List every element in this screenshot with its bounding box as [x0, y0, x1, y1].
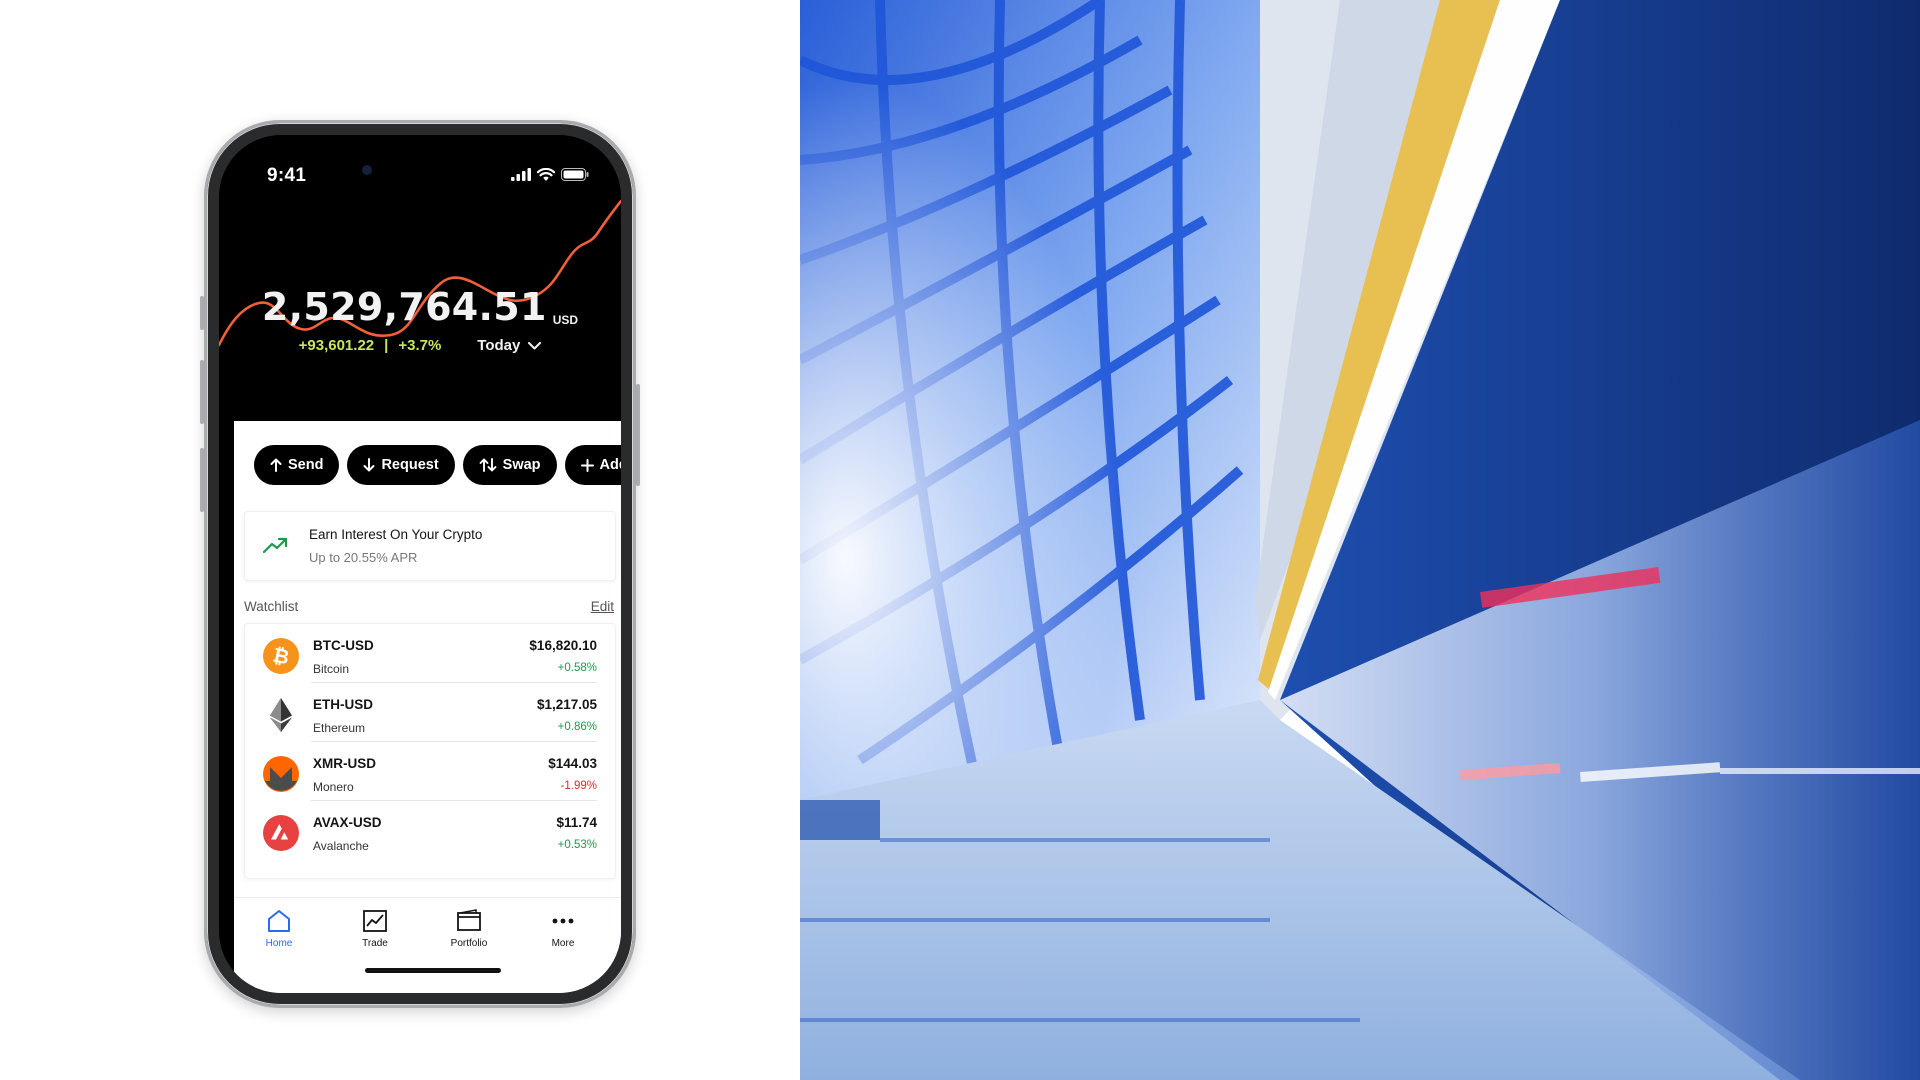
tab-trade[interactable]: Trade [340, 908, 410, 949]
asset-symbol: BTC-USD [313, 638, 374, 653]
asset-symbol: ETH-USD [313, 697, 373, 712]
plus-icon [580, 458, 594, 472]
asset-name: Ethereum [313, 721, 366, 735]
status-icons [511, 168, 589, 181]
watchlist-row-eth[interactable]: ETH-USD Ethereum $1,217.05 +0.86% [245, 683, 615, 742]
asset-symbol: XMR-USD [313, 756, 376, 771]
tab-more-label: More [551, 938, 575, 949]
change-percent: +3.7% [398, 337, 442, 354]
period-selector[interactable]: Today [477, 337, 542, 354]
request-button[interactable]: Request [347, 445, 455, 485]
dynamic-island [352, 153, 488, 191]
tab-home-label: Home [265, 938, 293, 949]
change-separator: | [384, 337, 389, 354]
swap-button[interactable]: Swap [462, 445, 557, 485]
phone-screen: 9:41 2,529,764.51 USD +93,601.22 | +3.7%… [219, 135, 621, 993]
light-glow [800, 0, 1260, 800]
battery-icon [561, 168, 589, 181]
asset-price: $16,820.10 [529, 638, 597, 653]
portfolio-change-row: +93,601.22 | +3.7% Today [219, 337, 621, 354]
watchlist-row-avax[interactable]: AVAX-USD Avalanche $11.74 +0.53% [245, 801, 615, 860]
wifi-icon [537, 168, 555, 181]
earn-subtitle: Up to 20.55% APR [309, 550, 418, 565]
watchlist-row-xmr[interactable]: XMR-USD Monero $144.03 -1.99% [245, 742, 615, 801]
asset-change: -1.99% [560, 780, 597, 792]
status-time: 9:41 [267, 165, 307, 186]
asset-price: $1,217.05 [536, 697, 597, 712]
portfolio-balance: 2,529,764.51 USD [219, 285, 621, 329]
add-label: Add [599, 457, 621, 473]
quick-actions: Send Request Swap Ad [254, 445, 621, 487]
home-icon [268, 910, 290, 932]
earn-interest-card[interactable]: Earn Interest On Your Crypto Up to 20.55… [244, 511, 616, 581]
asset-change: +0.53% [557, 839, 597, 851]
asset-symbol: AVAX-USD [313, 815, 382, 830]
mockup-panel: 9:41 2,529,764.51 USD +93,601.22 | +3.7%… [0, 0, 800, 1080]
watchlist: ₿ BTC-USD Bitcoin $16,820.10 +0.58% ETH-… [244, 623, 616, 879]
subway-station-illustration [800, 0, 1920, 1080]
asset-change: +0.58% [557, 662, 597, 674]
status-bar: 9:41 [219, 135, 621, 195]
swap-label: Swap [502, 457, 541, 473]
watchlist-edit-link[interactable]: Edit [591, 599, 614, 614]
tab-more[interactable]: More [528, 908, 598, 949]
platform-bench [800, 800, 880, 840]
send-button[interactable]: Send [254, 445, 340, 485]
trend-up-icon [263, 537, 288, 554]
subway-station-photo [800, 0, 1920, 1080]
ethereum-icon [270, 698, 292, 732]
avalanche-icon [263, 815, 299, 851]
chart-icon [363, 910, 387, 932]
arrow-up-icon [270, 458, 282, 472]
wallet-icon [457, 909, 481, 931]
asset-price: $144.03 [548, 756, 597, 771]
asset-name: Monero [313, 780, 354, 794]
bottom-tab-bar: Home Trade Portfolio More [234, 897, 621, 993]
phone-power-button [636, 384, 640, 486]
front-camera [362, 165, 372, 175]
watchlist-title: Watchlist [244, 599, 299, 614]
period-label: Today [477, 337, 521, 354]
watchlist-row-btc[interactable]: ₿ BTC-USD Bitcoin $16,820.10 +0.58% [245, 624, 615, 683]
tab-home[interactable]: Home [244, 908, 314, 949]
asset-name: Avalanche [313, 839, 369, 853]
cellular-signal-icon [511, 168, 531, 181]
bitcoin-icon: ₿ [263, 638, 299, 674]
tab-trade-label: Trade [362, 938, 388, 949]
asset-name: Bitcoin [313, 662, 350, 676]
home-content: Send Request Swap Ad Earn Interest On Yo… [234, 421, 621, 993]
earn-title: Earn Interest On Your Crypto [309, 527, 483, 542]
change-amount: +93,601.22 [298, 337, 375, 354]
swap-icon [479, 458, 497, 472]
monero-icon [263, 756, 299, 792]
asset-price: $11.74 [556, 815, 597, 830]
add-button[interactable]: Add [564, 445, 621, 485]
home-indicator [365, 968, 501, 973]
more-icon [552, 918, 574, 924]
balance-amount: 2,529,764.51 [261, 285, 547, 329]
balance-currency: USD [552, 313, 579, 327]
asset-change: +0.86% [557, 721, 597, 733]
tab-portfolio[interactable]: Portfolio [434, 908, 504, 949]
tab-portfolio-label: Portfolio [450, 938, 488, 949]
phone-frame: 9:41 2,529,764.51 USD +93,601.22 | +3.7%… [204, 120, 636, 1008]
request-label: Request [381, 457, 439, 473]
arrow-down-icon [363, 458, 375, 472]
send-label: Send [288, 457, 324, 473]
chevron-down-icon [528, 341, 542, 349]
